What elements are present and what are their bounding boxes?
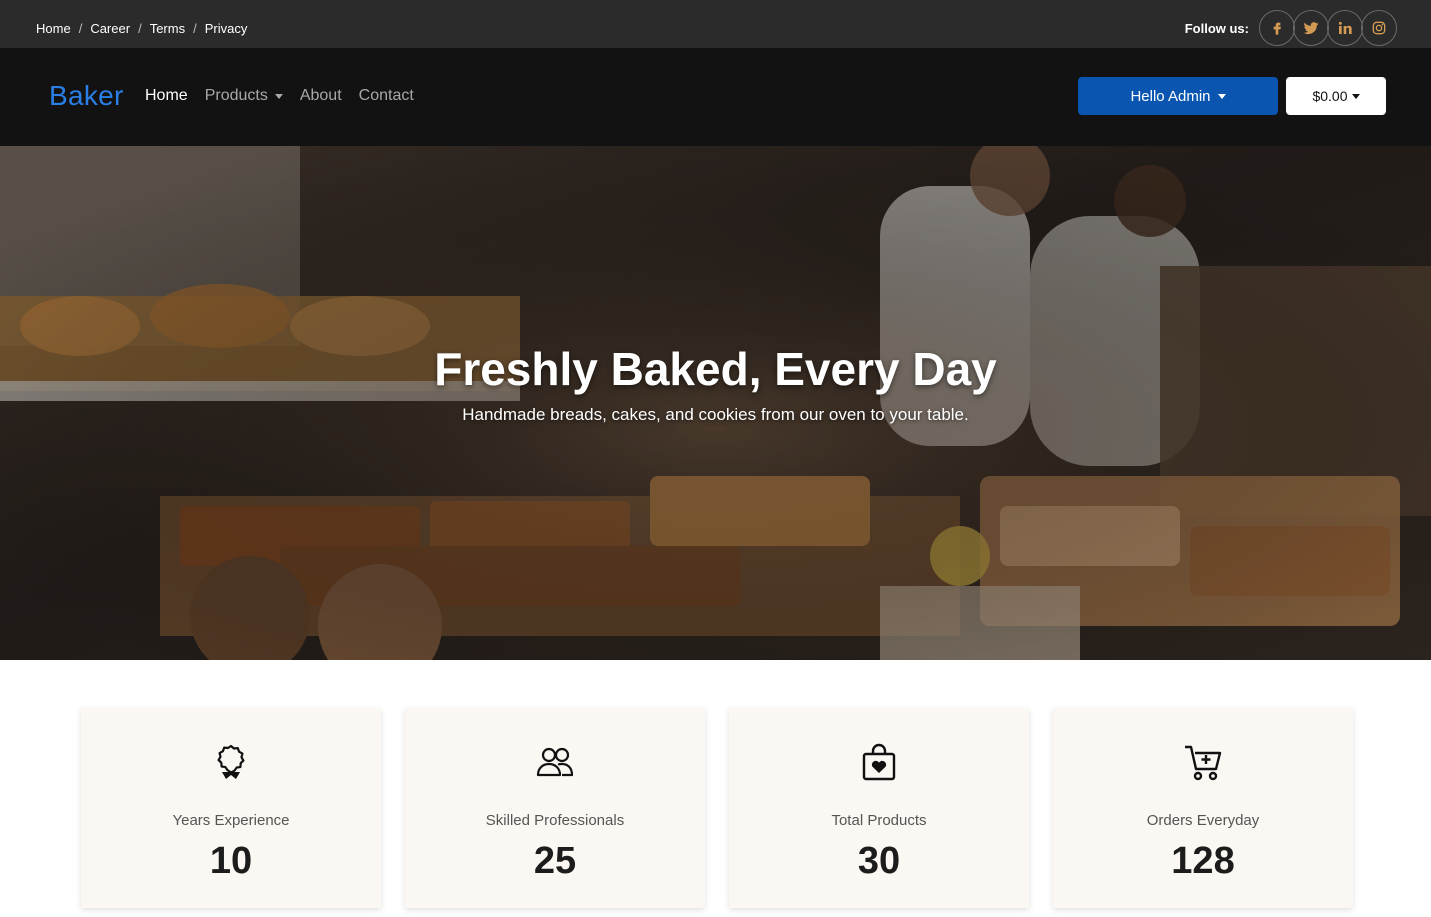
stat-label: Skilled Professionals	[485, 812, 625, 829]
nav-about-label: About	[299, 87, 342, 104]
shopping-bag-heart-icon	[862, 743, 896, 781]
follow-us-label: Follow us:	[1184, 20, 1249, 36]
nav-products-label: Products	[204, 87, 268, 104]
cart-plus-icon	[1185, 745, 1222, 781]
stat-card: Orders Everyday 128	[1053, 708, 1353, 908]
breadcrumb-terms[interactable]: Terms	[150, 21, 185, 36]
chevron-down-icon	[1217, 93, 1226, 99]
award-icon	[217, 744, 245, 779]
users-icon	[536, 747, 574, 777]
stat-label: Orders Everyday	[1146, 812, 1260, 829]
instagram-icon[interactable]	[1361, 10, 1397, 46]
breadcrumb: Home / Career / Terms / Privacy	[36, 21, 247, 36]
top-bar: Home / Career / Terms / Privacy Follow u…	[0, 0, 1431, 48]
stat-value: 25	[533, 840, 577, 882]
stat-card: Skilled Professionals 25	[405, 708, 705, 908]
cart-button[interactable]: $0.00	[1286, 77, 1386, 115]
nav-about[interactable]: About	[300, 87, 342, 105]
linkedin-icon[interactable]	[1327, 10, 1363, 46]
breadcrumb-career[interactable]: Career	[90, 21, 130, 36]
nav-contact[interactable]: Contact	[359, 87, 414, 105]
user-menu-button[interactable]: Hello Admin	[1078, 77, 1278, 115]
hero-title: Freshly Baked, Every Day	[434, 343, 997, 395]
brand-logo[interactable]: Baker	[49, 80, 124, 112]
twitter-icon[interactable]	[1293, 10, 1329, 46]
breadcrumb-privacy[interactable]: Privacy	[205, 21, 248, 36]
nav-links: Home Products About Contact	[145, 87, 431, 105]
social-links: Follow us:	[1185, 10, 1397, 46]
breadcrumb-separator: /	[193, 21, 197, 36]
stat-label: Years Experience	[172, 812, 290, 829]
facebook-icon[interactable]	[1259, 10, 1295, 46]
user-menu-label: Hello Admin	[1130, 87, 1211, 105]
nav-home[interactable]: Home	[145, 87, 188, 105]
stat-value: 30	[857, 840, 901, 882]
stats-section: Years Experience 10 Skilled Professional…	[81, 708, 1377, 908]
nav-products-dropdown[interactable]: Products	[205, 87, 283, 105]
breadcrumb-home[interactable]: Home	[36, 21, 71, 36]
stat-card: Years Experience 10	[81, 708, 381, 908]
chevron-down-icon	[274, 93, 283, 99]
breadcrumb-separator: /	[78, 21, 83, 36]
hero-image	[0, 146, 1431, 660]
hero-subtitle: Handmade breads, cakes, and cookies from…	[462, 405, 969, 424]
main-navbar: Baker Home Products About Contact Hello …	[0, 48, 1431, 146]
nav-home-label: Home	[145, 87, 188, 104]
breadcrumb-separator: /	[138, 21, 142, 36]
nav-contact-label: Contact	[358, 87, 414, 104]
chevron-down-icon	[1351, 93, 1360, 99]
cart-total: $0.00	[1312, 88, 1348, 104]
stat-card: Total Products 30	[729, 708, 1029, 908]
stat-label: Total Products	[831, 812, 927, 829]
stat-value: 128	[1171, 840, 1235, 882]
hero-banner: Freshly Baked, Every Day Handmade breads…	[0, 146, 1431, 660]
stat-value: 10	[209, 840, 253, 882]
